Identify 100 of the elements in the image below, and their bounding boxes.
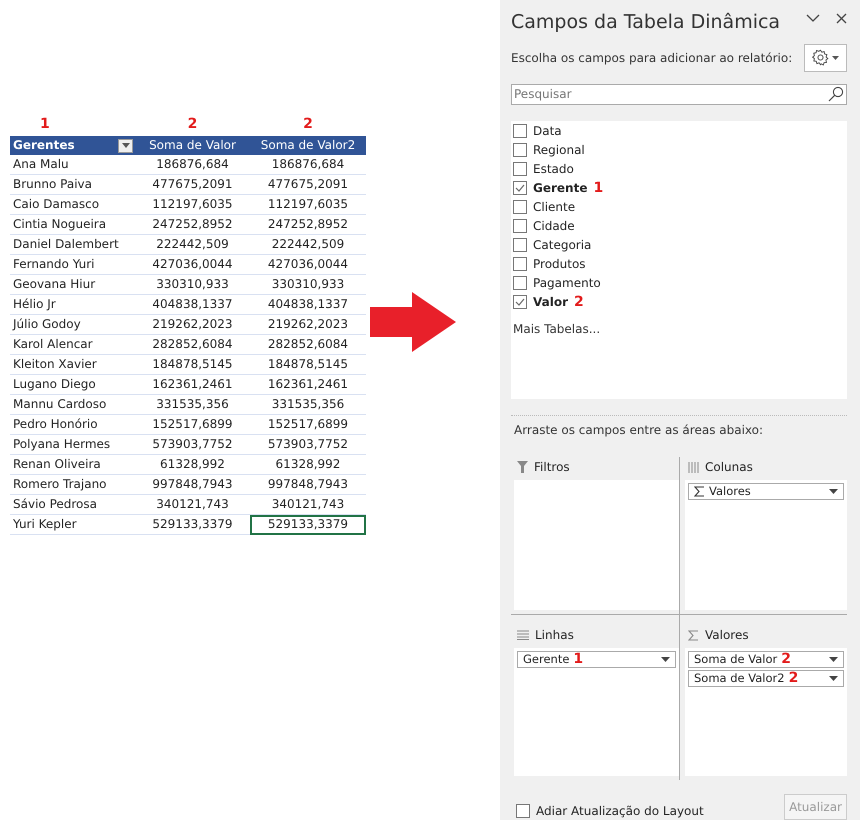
field-chip[interactable]: Valores	[688, 483, 844, 500]
table-cell[interactable]: 222442,509	[135, 235, 250, 255]
table-cell[interactable]: 477675,2091	[250, 175, 366, 195]
table-cell[interactable]: Brunno Paiva	[10, 175, 135, 195]
checkbox[interactable]	[513, 257, 527, 271]
table-cell[interactable]: 186876,684	[135, 155, 250, 175]
marker-number: 2	[303, 116, 313, 132]
table-cell[interactable]: 573903,7752	[135, 435, 250, 455]
table-cell[interactable]: 331535,356	[250, 395, 366, 415]
table-cell[interactable]: 162361,2461	[250, 375, 366, 395]
field-label[interactable]: Estado	[533, 160, 574, 178]
table-cell[interactable]: Caio Damasco	[10, 195, 135, 215]
table-cell[interactable]: Daniel Dalembert	[10, 235, 135, 255]
table-cell[interactable]: 340121,743	[135, 495, 250, 515]
checkbox[interactable]	[513, 143, 527, 157]
table-cell[interactable]: 997848,7943	[135, 475, 250, 495]
checkbox[interactable]	[516, 804, 530, 818]
table-cell[interactable]: 247252,8952	[250, 215, 366, 235]
table-cell[interactable]: 282852,6084	[135, 335, 250, 355]
dropdown-caret-icon	[829, 676, 838, 681]
field-label[interactable]: Cidade	[533, 217, 575, 235]
settings-button[interactable]	[804, 44, 847, 72]
field-label[interactable]: Cliente	[533, 198, 576, 216]
table-cell[interactable]: Geovana Hiur	[10, 275, 135, 295]
table-cell[interactable]: 184878,5145	[135, 355, 250, 375]
filter-dropdown-button[interactable]	[118, 138, 133, 152]
table-cell[interactable]: 573903,7752	[250, 435, 366, 455]
table-cell[interactable]: 219262,2023	[135, 315, 250, 335]
chevron-down-icon[interactable]	[806, 14, 820, 22]
table-cell[interactable]: 331535,356	[135, 395, 250, 415]
table-cell[interactable]: 184878,5145	[250, 355, 366, 375]
table-cell[interactable]: 112197,6035	[250, 195, 366, 215]
table-cell[interactable]: 112197,6035	[135, 195, 250, 215]
table-cell[interactable]: 152517,6899	[135, 415, 250, 435]
dropdown-caret-icon	[829, 489, 838, 494]
field-label[interactable]: Produtos	[533, 255, 586, 273]
table-cell[interactable]: 427036,0044	[135, 255, 250, 275]
field-label[interactable]: Gerente	[533, 179, 588, 197]
checkbox[interactable]	[513, 276, 527, 290]
table-cell[interactable]: Romero Trajano	[10, 475, 135, 495]
table-cell[interactable]: 997848,7943	[250, 475, 366, 495]
rows-icon	[517, 630, 529, 640]
checkbox[interactable]	[513, 200, 527, 214]
checkbox[interactable]	[513, 181, 527, 195]
table-cell[interactable]: 340121,743	[250, 495, 366, 515]
instruction-text: Escolha os campos para adicionar ao relatório:	[511, 50, 792, 66]
field-label[interactable]: Regional	[533, 141, 585, 159]
table-cell[interactable]: Lugano Diego	[10, 375, 135, 395]
table-cell[interactable]: 219262,2023	[250, 315, 366, 335]
checkbox[interactable]	[513, 219, 527, 233]
dropdown-caret-icon	[122, 143, 130, 148]
table-cell[interactable]: Yuri Kepler	[10, 515, 135, 535]
table-cell[interactable]: 529133,3379	[135, 515, 250, 535]
table-cell[interactable]: Pedro Honório	[10, 415, 135, 435]
field-label: Soma de Valor	[694, 650, 778, 668]
table-cell[interactable]: Kleiton Xavier	[10, 355, 135, 375]
table-cell[interactable]: 152517,6899	[250, 415, 366, 435]
table-cell[interactable]: 61328,992	[250, 455, 366, 475]
table-cell[interactable]: 404838,1337	[135, 295, 250, 315]
checkbox[interactable]	[513, 162, 527, 176]
table-cell[interactable]: 404838,1337	[250, 295, 366, 315]
field-chip[interactable]: Gerente 1	[517, 651, 676, 668]
table-cell[interactable]: 529133,3379	[250, 515, 366, 535]
field-label[interactable]: Valor	[533, 293, 568, 311]
table-cell[interactable]: Polyana Hermes	[10, 435, 135, 455]
table-cell[interactable]: 61328,992	[135, 455, 250, 475]
table-cell[interactable]: Fernando Yuri	[10, 255, 135, 275]
checkbox[interactable]	[513, 238, 527, 252]
table-cell[interactable]: 330310,933	[250, 275, 366, 295]
dropdown-caret-icon	[661, 657, 670, 662]
dropdown-caret-icon	[829, 657, 838, 662]
checkbox[interactable]	[513, 295, 527, 309]
area-title: Colunas	[705, 459, 753, 476]
table-cell[interactable]: 477675,2091	[135, 175, 250, 195]
dropdown-caret-icon	[832, 56, 839, 60]
table-cell[interactable]: 162361,2461	[135, 375, 250, 395]
table-cell[interactable]: Hélio Jr	[10, 295, 135, 315]
table-cell[interactable]: 330310,933	[135, 275, 250, 295]
table-cell[interactable]: Sávio Pedrosa	[10, 495, 135, 515]
table-cell[interactable]: Júlio Godoy	[10, 315, 135, 335]
table-cell[interactable]: 427036,0044	[250, 255, 366, 275]
more-tables-link[interactable]: Mais Tabelas...	[513, 320, 600, 338]
field-chip[interactable]: Soma de Valor 2	[688, 651, 844, 668]
marker-number: 2	[781, 650, 792, 669]
table-cell[interactable]: Renan Oliveira	[10, 455, 135, 475]
close-icon[interactable]	[836, 12, 847, 24]
field-chip[interactable]: Soma de Valor2 2	[688, 670, 844, 687]
table-cell[interactable]: 247252,8952	[135, 215, 250, 235]
search-field[interactable]: Pesquisar	[511, 84, 847, 104]
table-cell[interactable]: 282852,6084	[250, 335, 366, 355]
table-cell[interactable]: Cintia Nogueira	[10, 215, 135, 235]
table-cell[interactable]: 222442,509	[250, 235, 366, 255]
table-cell[interactable]: Mannu Cardoso	[10, 395, 135, 415]
table-cell[interactable]: Karol Alencar	[10, 335, 135, 355]
field-label[interactable]: Data	[533, 122, 562, 140]
table-cell[interactable]: 186876,684	[250, 155, 366, 175]
field-label[interactable]: Pagamento	[533, 274, 601, 292]
checkbox[interactable]	[513, 124, 527, 138]
field-label[interactable]: Categoria	[533, 236, 592, 254]
table-cell[interactable]: Ana Malu	[10, 155, 135, 175]
